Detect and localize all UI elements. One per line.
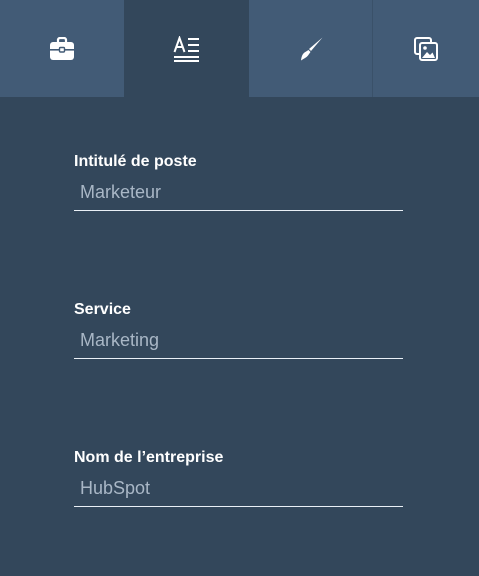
tab-style[interactable] [249, 0, 373, 97]
job-title-label: Intitulé de poste [74, 153, 197, 170]
image-gallery-icon [413, 36, 439, 62]
tab-text-format[interactable] [124, 0, 249, 97]
tab-bar [0, 0, 479, 97]
signature-editor-panel: Intitulé de poste Service Nom de l’entre… [0, 0, 479, 576]
paintbrush-icon [298, 36, 324, 62]
tab-images[interactable] [373, 0, 479, 97]
tab-details[interactable] [0, 0, 124, 97]
department-label: Service [74, 301, 131, 318]
company-label: Nom de l’entreprise [74, 449, 224, 466]
company-input[interactable] [74, 471, 403, 507]
text-format-icon [173, 35, 201, 62]
department-input[interactable] [74, 323, 403, 359]
briefcase-icon [49, 36, 75, 61]
job-title-input[interactable] [74, 175, 403, 211]
